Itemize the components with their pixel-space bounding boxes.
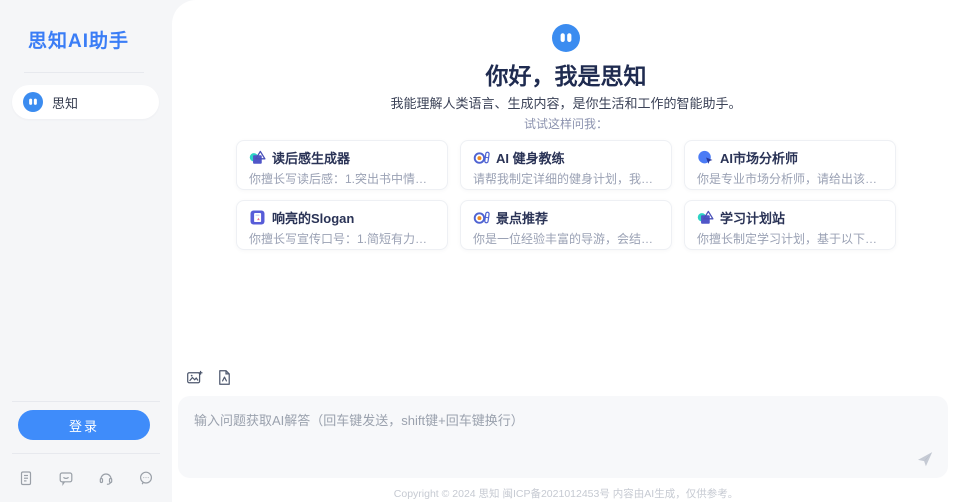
greeting-hint: 试试这样问我： bbox=[523, 117, 608, 131]
prompt-card-desc: 你擅长制定学习计划，基于以下学生的情况... bbox=[697, 232, 883, 246]
app-brand-title: 思知AI助手 bbox=[28, 31, 130, 52]
prompt-card-book-review[interactable]: 读后感生成器 你擅长写读后感：1.突出书中情节；2.个人... bbox=[236, 140, 448, 190]
greeting-subtitle: 我能理解人类语言、生成内容，是你生活和工作的智能助手。 bbox=[390, 96, 742, 111]
prompt-card-title: 读后感生成器 bbox=[272, 151, 351, 166]
prompt-card-desc: 你是一位经验丰富的导游，会结合旅游目的... bbox=[473, 232, 659, 246]
prompt-card-fitness-coach[interactable]: AI 健身教练 请帮我制定详细的健身计划，我的目标是：... bbox=[460, 140, 672, 190]
shapes-icon bbox=[697, 209, 714, 226]
target-pill-icon bbox=[473, 149, 490, 166]
image-upload-icon[interactable] bbox=[186, 369, 203, 386]
prompt-card-market-analyst[interactable]: AI市场分析师 你是专业市场分析师，请给出该行业的市场... bbox=[684, 140, 896, 190]
prompt-card-slogan[interactable]: 响亮的Slogan 你擅长写宣传口号：1.简短有力；2.突出亮... bbox=[236, 200, 448, 250]
sidebar-footer-icons bbox=[18, 470, 154, 486]
sidebar-divider bbox=[12, 453, 160, 454]
prompt-card-study-plan[interactable]: 学习计划站 你擅长制定学习计划，基于以下学生的情况... bbox=[684, 200, 896, 250]
document-icon[interactable] bbox=[18, 470, 34, 486]
prompt-card-title: 响亮的Slogan bbox=[272, 211, 355, 226]
composer bbox=[178, 396, 948, 478]
composer-toolbar bbox=[186, 369, 233, 386]
sidebar-divider bbox=[12, 401, 160, 402]
main-panel: 你好，我是思知 我能理解人类语言、生成内容，是你生活和工作的智能助手。 试试这样… bbox=[172, 0, 960, 502]
greeting-title: 你好，我是思知 bbox=[485, 63, 647, 89]
chat-icon[interactable] bbox=[138, 470, 154, 486]
pie-cursor-icon bbox=[697, 149, 714, 166]
prompt-card-desc: 你擅长写宣传口号：1.简短有力；2.突出亮... bbox=[249, 232, 435, 246]
doc-purple-icon bbox=[249, 209, 266, 226]
prompt-card-attractions[interactable]: 景点推荐 你是一位经验丰富的导游，会结合旅游目的... bbox=[460, 200, 672, 250]
pdf-upload-icon[interactable] bbox=[216, 369, 233, 386]
shapes-icon bbox=[249, 149, 266, 166]
prompt-card-desc: 你是专业市场分析师，请给出该行业的市场... bbox=[697, 172, 883, 186]
prompt-card-title: AI市场分析师 bbox=[720, 151, 799, 166]
sidebar-divider bbox=[24, 72, 144, 73]
sidebar: 思知AI助手 思知 登录 bbox=[0, 0, 172, 502]
robot-face-icon bbox=[23, 92, 43, 112]
prompt-card-desc: 你擅长写读后感：1.突出书中情节；2.个人... bbox=[249, 172, 435, 186]
copyright-footer: Copyright © 2024 思知 闽ICP备2021012453号 内容由… bbox=[393, 488, 739, 500]
prompt-cards: 读后感生成器 你擅长写读后感：1.突出书中情节；2.个人... AI 健身教练 … bbox=[236, 140, 896, 250]
prompt-card-title: 景点推荐 bbox=[496, 211, 549, 226]
target-pill-icon bbox=[473, 209, 490, 226]
sidebar-item-conversation[interactable]: 思知 bbox=[12, 85, 159, 119]
conversation-label: 思知 bbox=[52, 95, 79, 111]
prompt-card-title: 学习计划站 bbox=[720, 211, 786, 226]
send-icon[interactable] bbox=[916, 450, 934, 468]
prompt-card-desc: 请帮我制定详细的健身计划，我的目标是：... bbox=[473, 172, 659, 186]
feedback-icon[interactable] bbox=[58, 470, 74, 486]
login-button[interactable]: 登录 bbox=[18, 410, 150, 440]
prompt-card-title: AI 健身教练 bbox=[496, 151, 565, 166]
message-input[interactable] bbox=[178, 396, 948, 478]
robot-face-icon bbox=[552, 24, 580, 52]
headset-icon[interactable] bbox=[98, 470, 114, 486]
